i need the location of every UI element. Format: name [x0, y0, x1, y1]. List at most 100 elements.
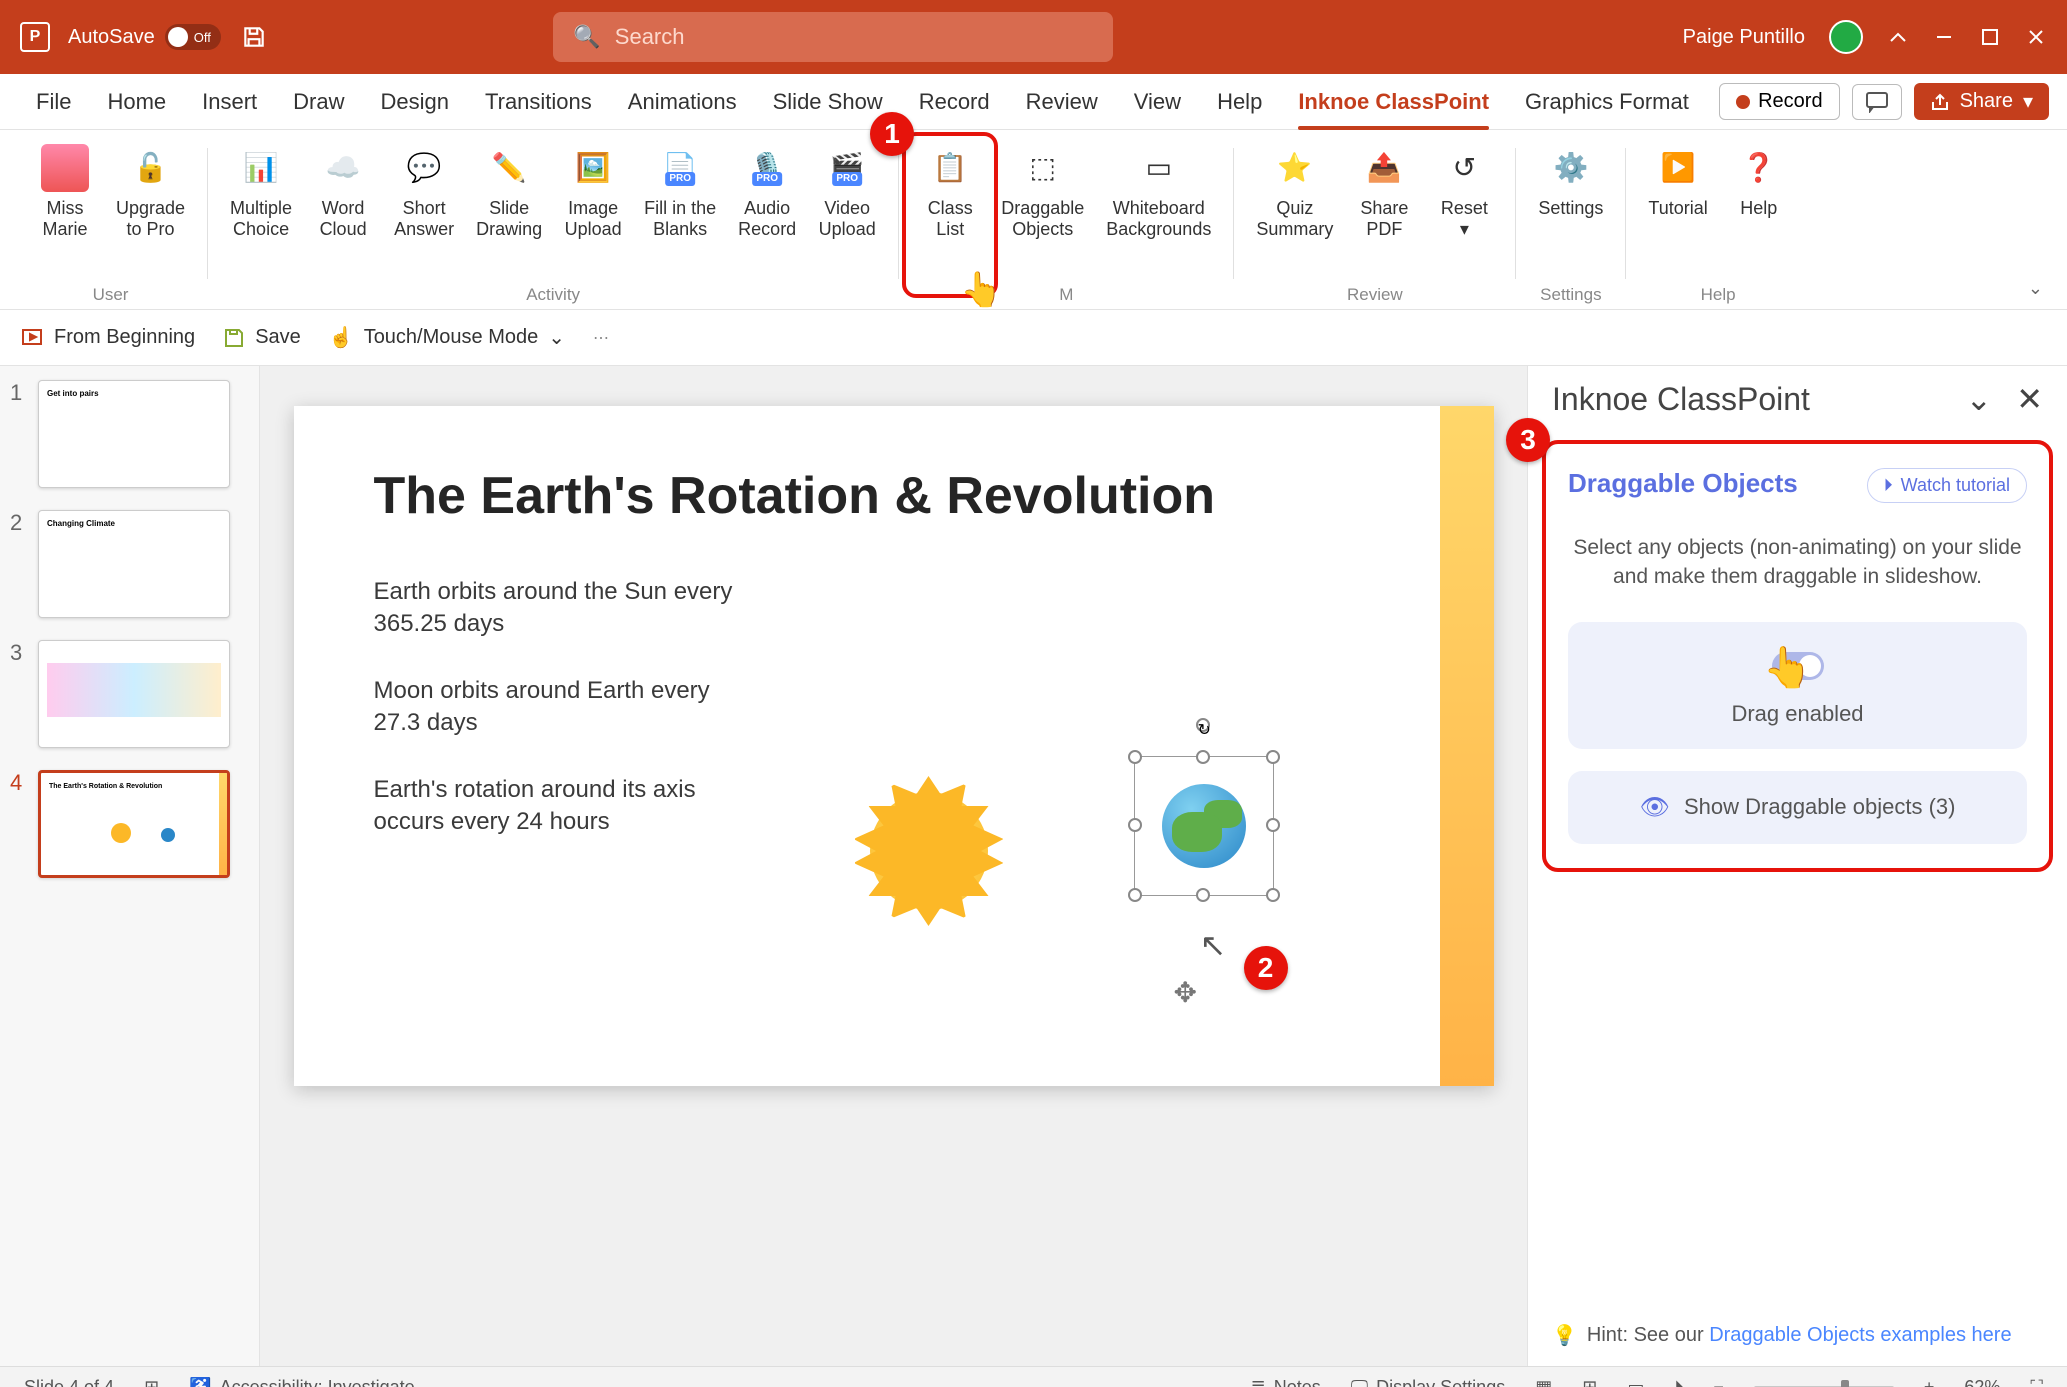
comments-button[interactable]	[1852, 84, 1902, 120]
panel-description: Select any objects (non-animating) on yo…	[1568, 533, 2027, 592]
settings-button[interactable]: ⚙️Settings	[1530, 138, 1611, 225]
sorter-view-button[interactable]: ⊞	[1582, 1377, 1597, 1387]
slide-title[interactable]: The Earth's Rotation & Revolution	[374, 466, 1414, 526]
tab-review[interactable]: Review	[1008, 74, 1116, 130]
slideshow-view-button[interactable]: ⏵	[1674, 1377, 1683, 1387]
class-list-button[interactable]: 📋ClassList	[913, 138, 987, 245]
search-icon: 🔍	[573, 24, 600, 50]
show-draggable-button[interactable]: 👁 Show Draggable objects (3)	[1568, 771, 2027, 844]
slide-text-3[interactable]: Earth's rotation around its axis occurs …	[374, 774, 754, 839]
panel-title: Draggable Objects	[1568, 468, 1798, 498]
thumbnail-1[interactable]: Get into pairs	[38, 380, 230, 488]
avatar[interactable]	[1829, 20, 1863, 54]
tab-animations[interactable]: Animations	[610, 74, 755, 130]
multiple-choice-button[interactable]: 📊MultipleChoice	[222, 138, 300, 245]
panel-content-box: Draggable Objects ⏵Watch tutorial Select…	[1542, 440, 2053, 872]
earth-graphic-selected[interactable]: ↻	[1114, 736, 1294, 916]
group-label: Activity	[526, 285, 580, 309]
image-upload-button[interactable]: 🖼️ImageUpload	[556, 138, 630, 245]
save-button-2[interactable]: Save	[223, 326, 301, 349]
quiz-summary-button[interactable]: ⭐QuizSummary	[1248, 138, 1341, 245]
sun-graphic[interactable]	[854, 776, 1004, 926]
toggle-track[interactable]: Off	[165, 24, 221, 50]
slide-counter[interactable]: Slide 4 of 4	[24, 1377, 114, 1387]
display-settings-button[interactable]: 🖵 Display Settings	[1351, 1377, 1505, 1387]
slide-canvas[interactable]: The Earth's Rotation & Revolution Earth …	[260, 366, 1527, 1366]
accessibility-shortcut[interactable]: ⊞	[144, 1377, 159, 1387]
selection-handle[interactable]	[1196, 888, 1210, 902]
thumbnail-3[interactable]	[38, 640, 230, 748]
help-button[interactable]: ❓Help	[1722, 138, 1796, 225]
upgrade-pro-button[interactable]: 🔓Upgradeto Pro	[108, 138, 193, 245]
username-label[interactable]: Paige Puntillo	[1683, 26, 1805, 49]
collapse-ribbon-button[interactable]: ⌄	[2028, 278, 2043, 299]
record-button[interactable]: Record	[1719, 83, 1839, 120]
accessibility-button[interactable]: ♿ Accessibility: Investigate	[189, 1377, 415, 1387]
word-cloud-button[interactable]: ☁️WordCloud	[306, 138, 380, 245]
whiteboard-bg-button[interactable]: ▭WhiteboardBackgrounds	[1098, 138, 1219, 245]
selection-handle[interactable]	[1266, 750, 1280, 764]
selection-handle[interactable]	[1128, 888, 1142, 902]
autosave-toggle[interactable]: AutoSave Off	[68, 24, 221, 50]
zoom-in-button[interactable]: +	[1924, 1377, 1935, 1387]
tab-graphics-format[interactable]: Graphics Format	[1507, 74, 1707, 130]
minimize-button[interactable]	[1933, 26, 1955, 48]
slide-text-2[interactable]: Moon orbits around Earth every 27.3 days	[374, 675, 754, 740]
tab-design[interactable]: Design	[363, 74, 467, 130]
slide-drawing-button[interactable]: ✏️SlideDrawing	[468, 138, 550, 245]
image-icon: 🖼️	[569, 144, 617, 192]
tab-help[interactable]: Help	[1199, 74, 1280, 130]
tab-view[interactable]: View	[1116, 74, 1199, 130]
slide[interactable]: The Earth's Rotation & Revolution Earth …	[294, 406, 1494, 1086]
slide-text-1[interactable]: Earth orbits around the Sun every 365.25…	[374, 576, 754, 641]
rotate-handle[interactable]: ↻	[1196, 718, 1210, 732]
tab-record[interactable]: Record	[901, 74, 1008, 130]
save-button[interactable]	[239, 22, 269, 52]
tab-inknoe-classpoint[interactable]: Inknoe ClassPoint	[1280, 74, 1507, 130]
from-beginning-button[interactable]: From Beginning	[20, 326, 195, 350]
selection-handle[interactable]	[1128, 750, 1142, 764]
selection-handle[interactable]	[1266, 818, 1280, 832]
short-answer-button[interactable]: 💬ShortAnswer	[386, 138, 462, 245]
overflow-icon[interactable]: ⋯	[593, 328, 609, 348]
normal-view-button[interactable]: ▦	[1535, 1377, 1552, 1387]
tab-insert[interactable]: Insert	[184, 74, 275, 130]
reading-view-button[interactable]: ▭	[1627, 1377, 1644, 1387]
hint-prefix: Hint: See our	[1587, 1324, 1709, 1346]
tutorial-button[interactable]: ▶️Tutorial	[1640, 138, 1715, 225]
group-label: Settings	[1540, 285, 1601, 309]
audio-record-button[interactable]: 🎙️PROAudioRecord	[730, 138, 804, 245]
selection-handle[interactable]	[1196, 750, 1210, 764]
tab-file[interactable]: File	[18, 74, 89, 130]
ribbon-display-icon[interactable]	[1887, 26, 1909, 48]
thumb-number: 1	[10, 380, 28, 488]
share-pdf-button[interactable]: 📤SharePDF	[1347, 138, 1421, 245]
touch-mode-button[interactable]: ☝️Touch/Mouse Mode⌄	[329, 325, 565, 350]
hint-link[interactable]: Draggable Objects examples here	[1709, 1324, 2011, 1346]
thumbnail-2[interactable]: Changing Climate	[38, 510, 230, 618]
reset-button[interactable]: ↺Reset▾	[1427, 138, 1501, 245]
chevron-down-icon[interactable]: ⌄	[1965, 380, 1992, 418]
draggable-objects-button[interactable]: ⬚DraggableObjects	[993, 138, 1092, 245]
selection-handle[interactable]	[1266, 888, 1280, 902]
ribbon-group-settings: ⚙️Settings Settings	[1522, 138, 1619, 309]
watch-tutorial-button[interactable]: ⏵Watch tutorial	[1867, 468, 2027, 503]
zoom-out-button[interactable]: −	[1713, 1377, 1724, 1387]
thumbnail-4[interactable]: The Earth's Rotation & Revolution	[38, 770, 230, 878]
tab-transitions[interactable]: Transitions	[467, 74, 610, 130]
video-upload-button[interactable]: 🎬PROVideoUpload	[810, 138, 884, 245]
share-button[interactable]: Share▾	[1914, 83, 2049, 120]
maximize-button[interactable]	[1979, 26, 2001, 48]
zoom-level[interactable]: 62%	[1964, 1377, 2000, 1387]
miss-marie-button[interactable]: MissMarie	[28, 138, 102, 245]
slide-accent-bar	[1440, 406, 1494, 1086]
search-input[interactable]: 🔍 Search	[553, 12, 1113, 62]
tab-draw[interactable]: Draw	[275, 74, 362, 130]
tab-home[interactable]: Home	[89, 74, 184, 130]
notes-button[interactable]: ≣ Notes	[1251, 1377, 1321, 1387]
close-panel-button[interactable]: ✕	[2016, 380, 2043, 418]
selection-handle[interactable]	[1128, 818, 1142, 832]
close-button[interactable]	[2025, 26, 2047, 48]
fill-blanks-button[interactable]: 📄PROFill in theBlanks	[636, 138, 724, 245]
fit-to-window-button[interactable]: ⛶	[2030, 1377, 2043, 1387]
